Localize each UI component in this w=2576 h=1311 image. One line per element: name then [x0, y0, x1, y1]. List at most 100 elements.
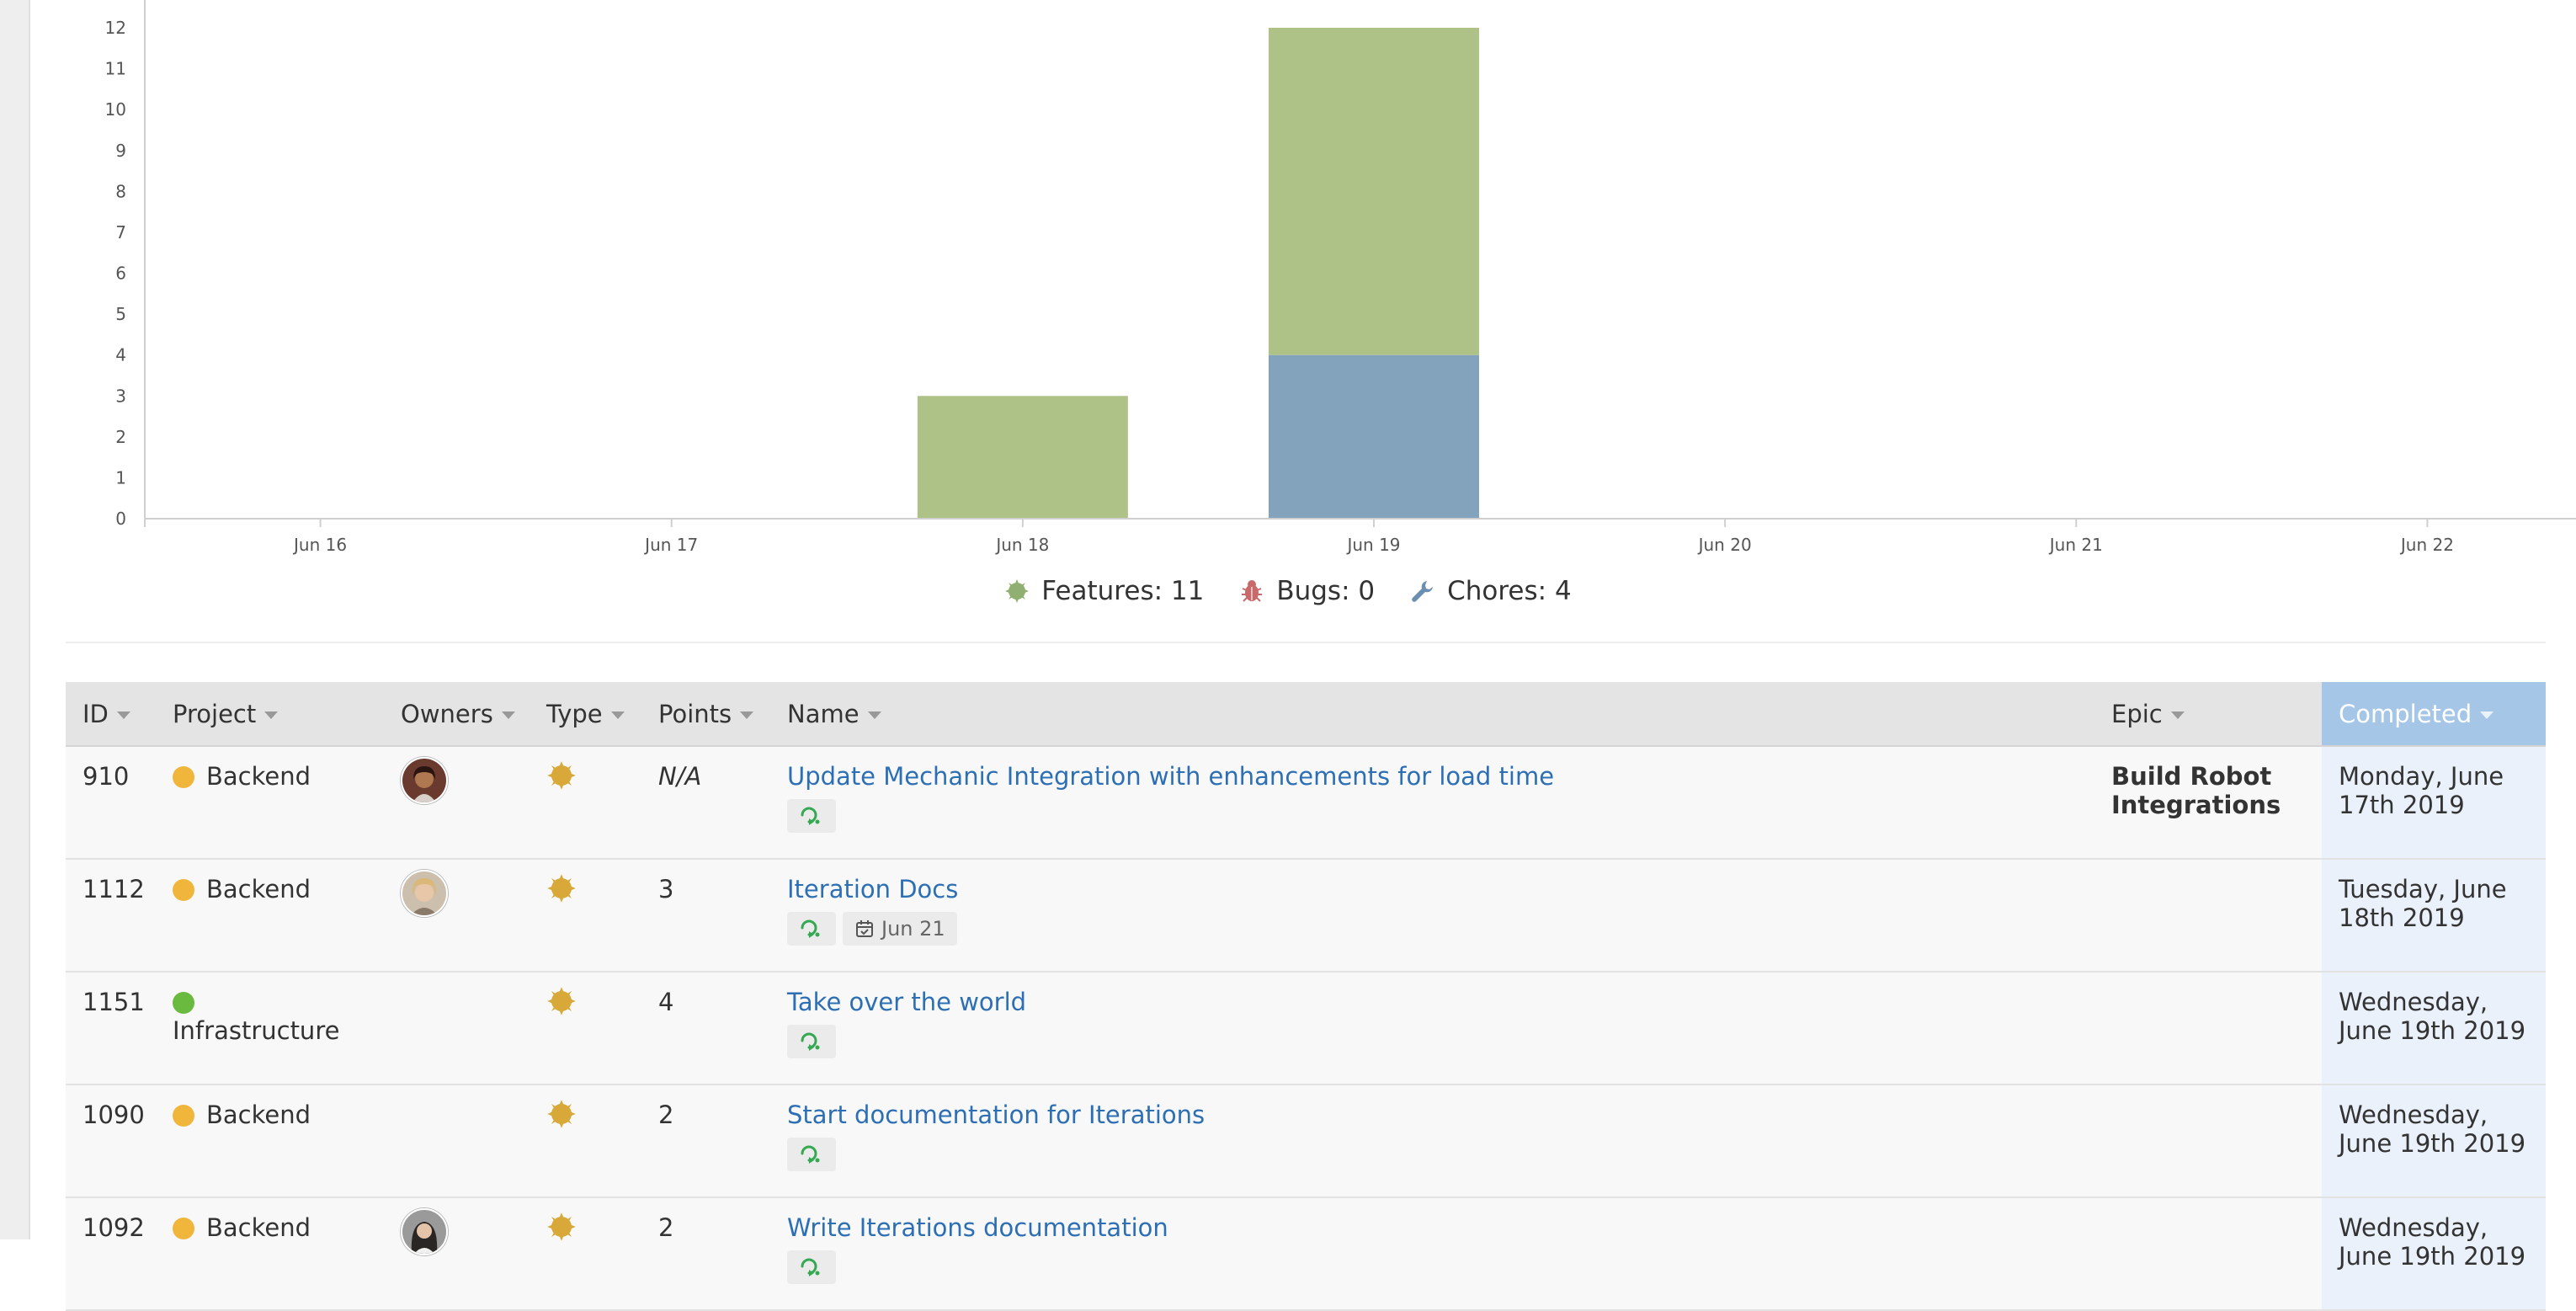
y-tick-label: 8 [115, 181, 126, 201]
chart-legend: Features: 11 Bugs: 0 Chores: 4 [0, 573, 2576, 610]
project-cell: Infrastructure [156, 972, 384, 1085]
bar-features-jun-19[interactable] [1269, 28, 1479, 355]
story-id-text: 1112 [82, 875, 145, 903]
owners-cell [384, 746, 530, 860]
project-name: Backend [206, 1100, 311, 1129]
y-tick-label: 6 [115, 264, 126, 284]
iteration-badge[interactable] [787, 1138, 836, 1171]
epic-name[interactable]: Build Robot Integrations [2111, 762, 2281, 819]
table-header-row: ID Project Owners Type Points Name Epic … [66, 682, 2546, 747]
story-name-link[interactable]: Iteration Docs [787, 875, 958, 903]
y-tick-label: 1 [115, 467, 126, 488]
project-name: Backend [206, 762, 311, 791]
completed-date: Tuesday, June 18th 2019 [2339, 875, 2507, 932]
column-header-id[interactable]: ID [66, 682, 156, 747]
story-id-text: 1090 [82, 1100, 145, 1129]
owners-cell [384, 1197, 530, 1311]
story-id: 1112 [66, 859, 156, 973]
type-cell [530, 1085, 641, 1198]
feature-icon [547, 874, 576, 903]
points-value: 4 [658, 988, 674, 1016]
y-tick-label: 5 [115, 304, 126, 324]
owners-cell [384, 972, 530, 1085]
legend-chores[interactable]: Chores: 4 [1410, 576, 1572, 606]
table-row[interactable]: 1092 Backend 2 Write Iterations documentati… [66, 1197, 2546, 1311]
story-id: 1090 [66, 1085, 156, 1198]
feature-icon [1005, 579, 1030, 603]
story-badges: Jun 21 [787, 912, 2078, 946]
bars [917, 28, 1479, 519]
table-row[interactable]: 910 Backend N/A Update Mechanic Integration… [66, 746, 2546, 860]
story-name-link[interactable]: Write Iterations documentation [787, 1213, 1168, 1242]
completed-cell: Wednesday, June 19th 2019 [2322, 972, 2546, 1085]
feature-icon [547, 1100, 576, 1128]
points-value: N/A [658, 762, 702, 791]
epic-cell [2094, 972, 2322, 1085]
section-divider [66, 642, 2546, 643]
sort-caret-icon [2170, 711, 2185, 719]
x-tick-label: Jun 20 [1697, 535, 1752, 555]
story-name-link[interactable]: Update Mechanic Integration with enhance… [787, 762, 1554, 791]
points-value: 3 [658, 875, 674, 903]
type-cell [530, 859, 641, 973]
column-header-label: Type [546, 699, 603, 728]
legend-features[interactable]: Features: 11 [1004, 576, 1204, 606]
table-row[interactable]: 1112 Backend 3 Iteration Docs Jun 21 Tuesday,… [66, 859, 2546, 973]
project-cell: Backend [156, 1197, 384, 1311]
story-badges [787, 1025, 2078, 1058]
column-header-label: Project [173, 699, 257, 728]
table-row[interactable]: 1090 Backend 2 Start documentation for Iter… [66, 1085, 2546, 1198]
completed-cell: Wednesday, June 19th 2019 [2322, 1197, 2546, 1311]
points-cell: N/A [641, 746, 770, 860]
project-color-dot [173, 879, 194, 901]
sort-caret-icon [116, 711, 130, 719]
column-header-name[interactable]: Name [770, 682, 2094, 747]
bug-icon [1242, 580, 1263, 602]
story-name-link[interactable]: Take over the world [787, 988, 1026, 1016]
x-tick-label: Jun 18 [994, 535, 1049, 555]
column-header-points[interactable]: Points [641, 682, 770, 747]
iteration-icon [801, 807, 820, 825]
avatar[interactable] [401, 757, 448, 804]
due-date-badge[interactable]: Jun 21 [843, 912, 957, 946]
owners-cell [384, 1085, 530, 1198]
iteration-badge[interactable] [787, 912, 836, 946]
project-cell: Backend [156, 1085, 384, 1198]
completed-cell: Wednesday, June 19th 2019 [2322, 1085, 2546, 1198]
column-header-owners[interactable]: Owners [384, 682, 530, 747]
avatar[interactable] [401, 870, 448, 917]
points-cell: 4 [641, 972, 770, 1085]
points-value: 2 [658, 1100, 674, 1129]
avatar[interactable] [401, 1208, 448, 1255]
due-date-text: Jun 21 [881, 917, 945, 941]
bar-chores-jun-19[interactable] [1269, 354, 1479, 519]
column-header-completed[interactable]: Completed [2322, 682, 2546, 747]
table-row[interactable]: 1151 Infrastructure 4 Take over the world We… [66, 972, 2546, 1085]
x-tick-label: Jun 17 [643, 535, 698, 555]
epic-cell [2094, 1197, 2322, 1311]
bar-features-jun-18[interactable] [917, 396, 1128, 519]
legend-bugs-label: Bugs: 0 [1276, 576, 1376, 606]
x-tick-label: Jun 21 [2048, 535, 2103, 555]
column-header-project[interactable]: Project [156, 682, 384, 747]
legend-bugs[interactable]: Bugs: 0 [1239, 576, 1375, 606]
x-tick-label: Jun 16 [292, 535, 347, 555]
y-tick-label: 2 [115, 427, 126, 447]
story-name-link[interactable]: Start documentation for Iterations [787, 1100, 1205, 1129]
column-header-epic[interactable]: Epic [2094, 682, 2322, 747]
column-header-type[interactable]: Type [530, 682, 641, 747]
iteration-badge[interactable] [787, 1025, 836, 1058]
owners-cell [384, 859, 530, 973]
y-tick-label: 9 [115, 141, 126, 161]
type-cell [530, 746, 641, 860]
project-name: Backend [206, 875, 311, 903]
name-cell: Iteration Docs Jun 21 [770, 859, 2094, 973]
sort-caret-icon [740, 711, 754, 719]
iteration-badge[interactable] [787, 1250, 836, 1284]
completed-cell: Monday, June 17th 2019 [2322, 746, 2546, 860]
sort-caret-icon [610, 711, 625, 719]
story-id: 1092 [66, 1197, 156, 1311]
project-cell: Backend [156, 859, 384, 973]
iteration-badge[interactable] [787, 799, 836, 833]
story-badges [787, 799, 2078, 833]
